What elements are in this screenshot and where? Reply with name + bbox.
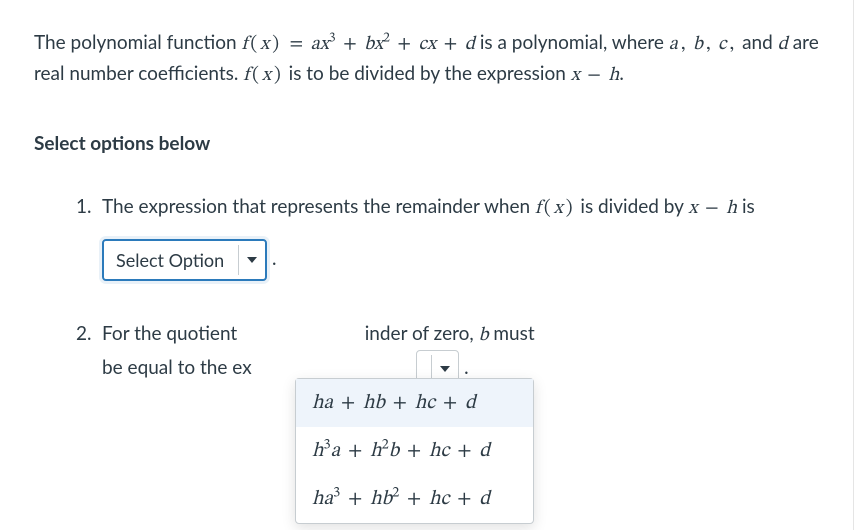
q1-select[interactable]: Select Option [102, 239, 267, 281]
math-d: d [778, 35, 788, 54]
math-fx-def: f(x) = ax3 + bx2 + cx + d [241, 35, 474, 54]
intro-and: and [737, 31, 777, 54]
math-coeffs: a, b, c, [669, 35, 737, 54]
q1-select-placeholder: Select Option [116, 251, 238, 269]
dropdown-option-2[interactable]: h3a + h2b + hc + d [296, 427, 533, 475]
intro-text-2: is a polynomial, where [475, 31, 669, 54]
q1-period: . [272, 247, 276, 270]
question-1: The expression that represents the remai… [102, 182, 819, 283]
q2-period: . [464, 356, 468, 379]
q1-dropdown-list[interactable]: ha + hb + hc + d h3a + h2b + hc + d ha3 … [295, 378, 534, 524]
dropdown-option-3[interactable]: ha3 + hb2 + hc + d [296, 475, 533, 523]
q1-xmh: x − h [688, 199, 737, 218]
q1-fx: f(x) [535, 199, 576, 218]
q2-mid: inder of zero, [365, 322, 479, 345]
q1-pre: The expression that represents the remai… [102, 195, 535, 218]
q2-pre: For the quotient [102, 322, 242, 345]
q2-post: be equal to the ex [102, 356, 252, 379]
chevron-down-icon [440, 366, 450, 372]
q1-mid: is divided by [576, 195, 689, 218]
question-2: For the quotient to have a remainder of … [102, 309, 819, 388]
problem-statement: The polynomial function f(x) = ax3 + bx2… [34, 28, 819, 91]
intro-period: . [619, 62, 623, 85]
select-prompt: Select options below [34, 129, 819, 158]
math-fx: f(x) [243, 66, 284, 85]
dropdown-option-1[interactable]: ha + hb + hc + d [296, 379, 533, 427]
intro-text-1: The polynomial function [34, 31, 241, 54]
chevron-down-icon [247, 257, 257, 263]
intro-text-4: is to be divided by the expression [284, 62, 571, 85]
q1-select-divider [238, 245, 239, 275]
q2-b: b [479, 326, 489, 345]
q1-is: is [737, 195, 755, 218]
math-xmh: x − h [571, 66, 620, 85]
